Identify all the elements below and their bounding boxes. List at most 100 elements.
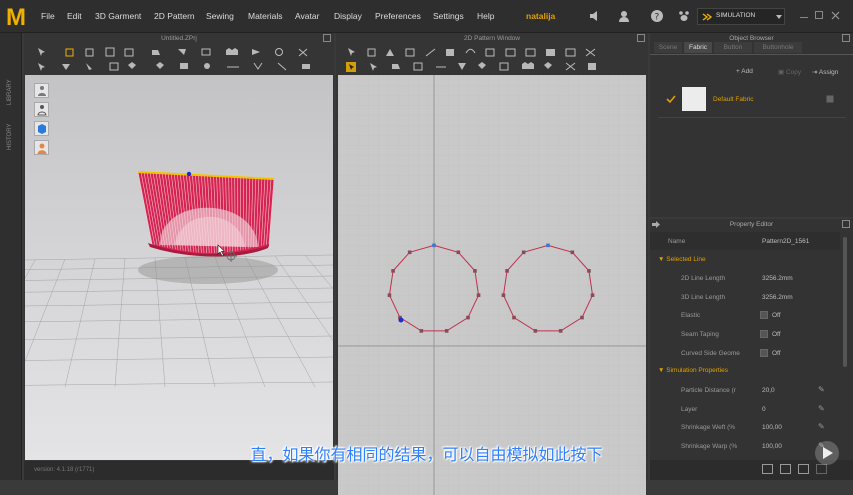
- elastic-checkbox[interactable]: [760, 311, 768, 319]
- panel-2d-title: 2D Pattern Window: [336, 33, 648, 44]
- pattern-point: [559, 329, 563, 333]
- curved-side-checkbox[interactable]: [760, 349, 768, 357]
- expand-icon[interactable]: [323, 34, 331, 42]
- scrollbar[interactable]: [843, 237, 847, 367]
- prop-label: Curved Side Geome: [681, 350, 740, 357]
- skin-display-button[interactable]: [34, 140, 49, 155]
- pattern-point: [391, 269, 395, 273]
- name-value[interactable]: Pattern2D_1561: [762, 238, 809, 245]
- toolbar-3d-icons-2[interactable]: [24, 59, 334, 75]
- viewport-2d[interactable]: [338, 75, 646, 495]
- menu-bar: M File Edit 3D Garment 2D Pattern Sewing…: [0, 0, 853, 33]
- fabric-list-item[interactable]: Default Fabric: [658, 85, 846, 113]
- svg-text:M: M: [6, 4, 26, 28]
- cube-icon: [36, 123, 48, 135]
- username[interactable]: natalija: [526, 11, 555, 21]
- prop-value: Off: [772, 331, 781, 338]
- tab-button[interactable]: Button: [714, 42, 752, 53]
- minimize-button[interactable]: [800, 17, 808, 25]
- menu-3d-garment[interactable]: 3D Garment: [95, 11, 141, 21]
- pattern-point: [587, 269, 591, 273]
- library-tab[interactable]: LIBRARY: [7, 79, 13, 105]
- toolbar-2d-row-2: [336, 59, 648, 75]
- prop-label: Seam Taping: [681, 331, 719, 338]
- prop-value[interactable]: 3256.2mm: [762, 275, 793, 282]
- prop-particle-distance: Particle Distance (r 20,0 ✎: [650, 381, 840, 399]
- account-icon[interactable]: [617, 9, 631, 23]
- app-logo[interactable]: M: [6, 4, 28, 28]
- menu-file[interactable]: File: [41, 11, 55, 21]
- pencil-icon[interactable]: ✎: [818, 385, 827, 394]
- toolbar-2d-icons-2[interactable]: [336, 59, 648, 75]
- pattern-point: [505, 269, 509, 273]
- close-icon[interactable]: [831, 11, 840, 20]
- speaker-icon[interactable]: [588, 9, 602, 23]
- menu-sewing[interactable]: Sewing: [206, 11, 234, 21]
- layout-3-icon[interactable]: [798, 464, 809, 474]
- layout-2-icon[interactable]: [780, 464, 791, 474]
- pattern-point: [466, 316, 470, 320]
- prop-value[interactable]: 3256.2mm: [762, 294, 793, 301]
- seam-taping-checkbox[interactable]: [760, 330, 768, 338]
- menu-materials[interactable]: Materials: [248, 11, 282, 21]
- layout-4-icon[interactable]: [816, 464, 827, 474]
- pencil-icon[interactable]: ✎: [818, 404, 827, 413]
- avatar-xray-button[interactable]: [34, 102, 49, 117]
- pattern-point: [408, 250, 412, 254]
- pattern-point: [534, 329, 538, 333]
- menu-display[interactable]: Display: [334, 11, 362, 21]
- avatar-icon: [36, 85, 48, 97]
- section-simulation[interactable]: ▼ Simulation Properties: [658, 367, 728, 374]
- pattern-point: [580, 316, 584, 320]
- tab-buttonhole[interactable]: Buttonhole: [754, 42, 802, 53]
- prop-value[interactable]: 100,00: [762, 424, 782, 431]
- check-icon: [666, 94, 676, 104]
- paw-icon[interactable]: [677, 9, 691, 23]
- property-editor: Property Editor Name Pattern2D_1561 ▼ Se…: [650, 219, 853, 460]
- tab-fabric[interactable]: Fabric: [684, 42, 712, 53]
- tab-scene[interactable]: Scene: [654, 42, 682, 53]
- prop-shrinkage-weft: Shrinkage Weft (% 100,00 ✎: [650, 418, 840, 436]
- panel-3d-title: Untitled.ZPrj: [24, 33, 334, 44]
- section-simulation-label: Simulation Properties: [666, 367, 728, 374]
- prop-elastic: Elastic Off: [650, 306, 840, 324]
- add-button[interactable]: + Add: [736, 68, 753, 75]
- menu-2d-pattern[interactable]: 2D Pattern: [154, 11, 195, 21]
- menu-settings[interactable]: Settings: [433, 11, 464, 21]
- assign-button[interactable]: ⇥ Assign: [812, 68, 838, 76]
- xray-icon: [36, 104, 48, 116]
- prop-value[interactable]: 0: [762, 406, 766, 413]
- avatar-display-button[interactable]: [34, 83, 49, 98]
- pattern-point: [432, 244, 436, 248]
- pattern-point: [522, 250, 526, 254]
- pencil-icon[interactable]: ✎: [818, 422, 827, 431]
- pattern-point: [388, 293, 392, 297]
- menu-avatar[interactable]: Avatar: [295, 11, 319, 21]
- expand-icon[interactable]: [637, 34, 645, 42]
- prop-layer: Layer 0 ✎: [650, 400, 840, 418]
- copy-label: Copy: [786, 69, 801, 76]
- pattern-point: [502, 293, 506, 297]
- copy-button[interactable]: ▣ Copy: [778, 68, 801, 76]
- name-label: Name: [668, 238, 685, 245]
- properties-icon[interactable]: [826, 95, 834, 103]
- prop-label: 3D Line Length: [681, 294, 725, 301]
- restore-button[interactable]: [815, 11, 823, 19]
- help-icon[interactable]: ?: [650, 9, 664, 23]
- expand-icon[interactable]: [842, 220, 850, 228]
- garment-display-button[interactable]: [34, 121, 49, 136]
- svg-text:?: ?: [655, 13, 660, 23]
- skin-icon: [36, 142, 48, 154]
- menu-preferences[interactable]: Preferences: [375, 11, 421, 21]
- mode-selector[interactable]: SIMULATION: [697, 8, 785, 25]
- garment-3d-window: Untitled.ZPrj: [24, 33, 334, 480]
- video-subtitle: 直，如果你有相同的结果，可以自由模拟如此按下: [0, 441, 853, 465]
- prop-value[interactable]: 20,0: [762, 387, 775, 394]
- menu-edit[interactable]: Edit: [67, 11, 82, 21]
- layout-1-icon[interactable]: [762, 464, 773, 474]
- viewport-3d[interactable]: [25, 75, 333, 460]
- menu-help[interactable]: Help: [477, 11, 494, 21]
- section-selected-line[interactable]: ▼ Selected Line: [658, 256, 706, 263]
- history-tab[interactable]: HISTORY: [7, 124, 13, 150]
- expand-icon[interactable]: [842, 34, 850, 42]
